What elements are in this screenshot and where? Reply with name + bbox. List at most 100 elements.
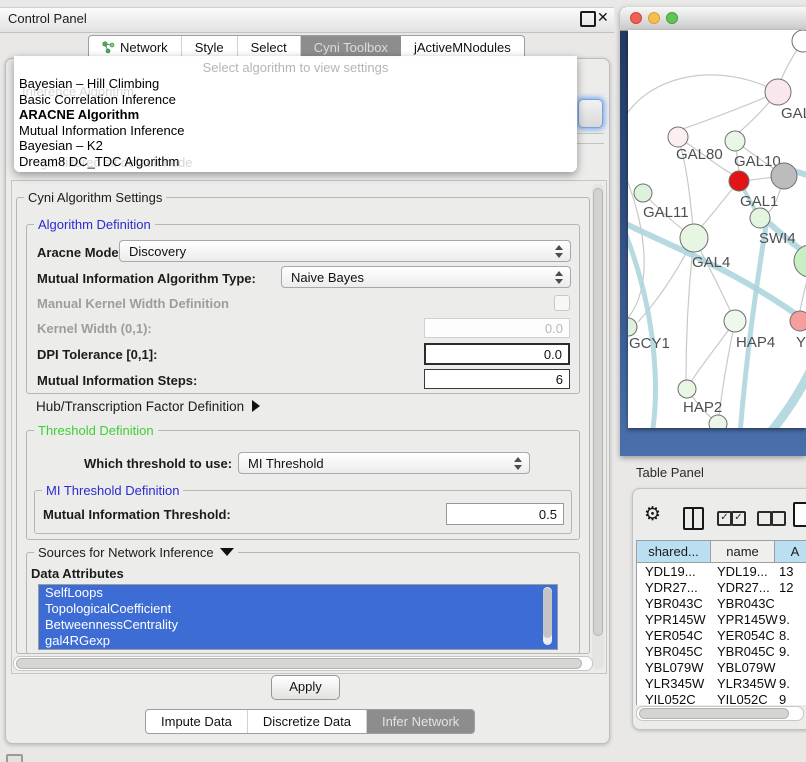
node-label-gal3: GAL [781, 105, 806, 122]
which-threshold-combo[interactable]: MI Threshold [238, 452, 530, 474]
network-node-gal1[interactable] [729, 171, 749, 191]
data-attributes-list: SelfLoopsTopologicalCoefficientBetweenne… [38, 584, 558, 650]
network-node-gal80[interactable] [668, 127, 688, 147]
attribute-list-item[interactable]: TopologicalCoefficient [39, 601, 557, 617]
mi-steps-input[interactable]: 6 [424, 369, 570, 389]
column-header-name[interactable]: name [711, 541, 775, 563]
table-row[interactable]: YBR043CYBR043C [637, 596, 806, 612]
network-node-gal11[interactable] [634, 184, 652, 202]
table-row[interactable]: YPR145WYPR145W9. [637, 612, 806, 628]
checked-column-icon[interactable]: ✓ [717, 511, 732, 526]
checked-column-icon[interactable]: ✓ [731, 511, 746, 526]
table-cell: YLR345W [645, 676, 704, 692]
close-traffic-light-icon[interactable] [630, 12, 642, 24]
dpi-tolerance-input[interactable]: 0.0 [424, 343, 570, 365]
table-cell: YBR045C [717, 644, 775, 660]
table-row[interactable]: YLR345WYLR345W9. [637, 676, 806, 692]
screen: Control Panel ✕ Network Style Select Cyn… [0, 0, 806, 762]
mi-threshold-input[interactable]: 0.5 [446, 503, 564, 525]
algorithm-combo-stub[interactable] [578, 99, 603, 128]
column-header-shared-name[interactable]: shared... [637, 541, 711, 563]
zoom-traffic-light-icon[interactable] [666, 12, 678, 24]
attribute-list-scrollbar[interactable] [543, 587, 552, 645]
table-panel-title: Table Panel [636, 465, 704, 480]
network-node-gray[interactable] [771, 163, 797, 189]
table-row[interactable]: YDR27...YDR27...12 [637, 580, 806, 596]
network-window-titlebar[interactable] [620, 7, 806, 31]
settings-horizontal-scrollbar[interactable] [13, 656, 593, 671]
group-line [577, 133, 604, 134]
attribute-list-item[interactable]: SelfLoops [39, 585, 557, 601]
manual-kernel-checkbox[interactable] [554, 295, 570, 311]
network-node-gal10[interactable] [725, 131, 745, 151]
apply-button[interactable]: Apply [271, 675, 340, 700]
table-cell: YER054C [717, 628, 775, 644]
combo-stepper-icon [555, 271, 563, 284]
network-node-hap4[interactable] [724, 310, 746, 332]
table-horizontal-scrollbar[interactable] [636, 706, 804, 721]
node-label-gal80: GAL80 [676, 146, 723, 163]
algorithm-option[interactable]: Basic Correlation Inference [19, 92, 572, 108]
mi-threshold-group-title: MI Threshold Definition [42, 483, 183, 498]
tab-infer-network[interactable]: Infer Network [367, 710, 474, 733]
algorithm-option[interactable]: Bayesian – K2 [19, 138, 572, 154]
network-edge[interactable] [628, 75, 778, 120]
gear-icon[interactable]: ⚙ [644, 503, 661, 526]
settings-vertical-scrollbar[interactable] [592, 184, 604, 670]
network-node-n-top[interactable] [792, 30, 806, 52]
network-node-big[interactable] [794, 245, 806, 277]
network-edge[interactable] [680, 92, 778, 130]
table-row[interactable]: YIL052CYIL052C9 [637, 692, 806, 705]
network-icon [102, 41, 115, 54]
table-row[interactable]: YER054CYER054C8. [637, 628, 806, 644]
network-node-gal4[interactable] [680, 224, 708, 252]
float-panel-icon[interactable] [580, 11, 596, 27]
kernel-width-label: Kernel Width (0,1): [37, 321, 152, 336]
table-cell: YER054C [645, 628, 703, 644]
aracne-mode-combo[interactable]: Discovery [119, 240, 571, 262]
algorithm-option[interactable]: Bayesian – Hill Climbing [19, 76, 572, 92]
table-cell: 9. [779, 676, 790, 692]
table-cell: 12 [779, 580, 793, 596]
sources-group-title[interactable]: Sources for Network Inference [34, 545, 238, 560]
network-node-hap2[interactable] [678, 380, 696, 398]
close-panel-icon[interactable]: ✕ [597, 9, 609, 26]
network-canvas[interactable]: GALGAL80GAL10GAL1GAL11SWI4GAL4GCY1HAP4YH… [628, 30, 806, 428]
table-cell: YPR145W [645, 612, 706, 628]
unchecked-column-icon[interactable] [757, 511, 772, 526]
network-node-gal3[interactable] [765, 79, 791, 105]
algorithm-option[interactable]: Mutual Information Inference [19, 123, 572, 139]
network-node-salmon[interactable] [790, 311, 806, 331]
network-node-n-bot[interactable] [709, 415, 727, 428]
network-node-gcy1[interactable] [628, 318, 637, 336]
column-header-partial[interactable]: A [775, 541, 806, 563]
table-cell: YBR043C [645, 596, 703, 612]
hub-section-toggle[interactable]: Hub/Transcription Factor Definition [36, 399, 260, 414]
split-pane-icon[interactable] [683, 507, 704, 530]
table-cell: 13 [779, 564, 793, 580]
table-row[interactable]: YDL19...YDL19...13 [637, 564, 806, 580]
attribute-list-item[interactable]: gal4RGexp [39, 633, 557, 649]
docked-panel-icon[interactable] [6, 754, 23, 762]
algorithm-option[interactable]: Dream8 DC_TDC Algorithm [19, 154, 572, 170]
mi-type-combo[interactable]: Naive Bayes [281, 266, 571, 288]
tab-impute-data[interactable]: Impute Data [146, 710, 248, 733]
table-cell: YDR27... [717, 580, 770, 596]
table-cell: 9. [779, 612, 790, 628]
attribute-list-item[interactable]: BetweennessCentrality [39, 617, 557, 633]
mi-type-label: Mutual Information Algorithm Type: [37, 271, 256, 286]
control-panel-title: Control Panel [8, 11, 87, 26]
algorithm-option[interactable]: ARACNE Algorithm [19, 107, 572, 123]
aracne-mode-label: Aracne Mode: [37, 245, 123, 260]
network-view-window[interactable]: GALGAL80GAL10GAL1GAL11SWI4GAL4GCY1HAP4YH… [620, 7, 806, 456]
mi-steps-label: Mutual Information Steps: [37, 373, 197, 388]
file-icon[interactable] [793, 502, 806, 527]
table-row[interactable]: YBL079WYBL079W [637, 660, 806, 676]
table-row[interactable]: YBR045CYBR045C9. [637, 644, 806, 660]
tab-discretize-data[interactable]: Discretize Data [248, 710, 367, 733]
table-cell: 8. [779, 628, 790, 644]
minimize-traffic-light-icon[interactable] [648, 12, 660, 24]
kernel-width-input[interactable]: 0.0 [424, 318, 570, 338]
network-node-swi4[interactable] [750, 208, 770, 228]
unchecked-column-icon[interactable] [771, 511, 786, 526]
